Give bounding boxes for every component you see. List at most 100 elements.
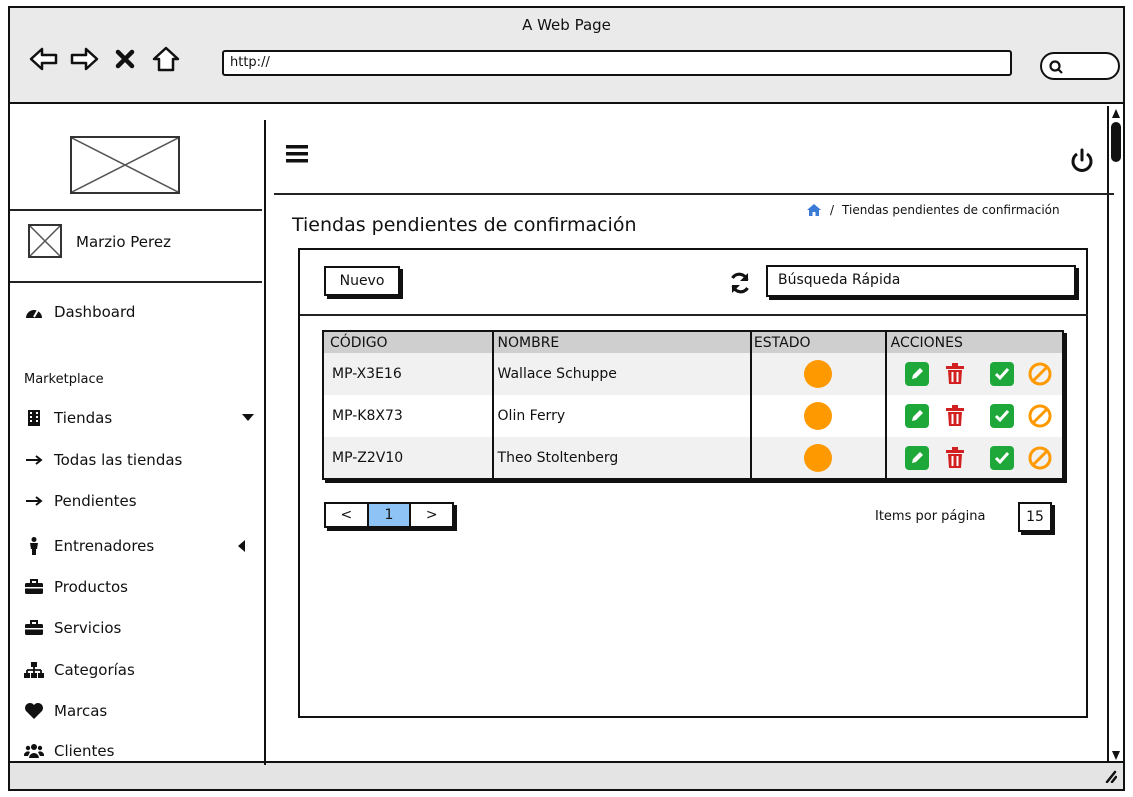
browser-window: A Web Page http:// Marzio Perez Dashboar…	[8, 6, 1125, 791]
sidebar-item-categorias[interactable]: Categorías	[24, 661, 135, 679]
sidebar-item-tiendas[interactable]: Tiendas	[24, 409, 254, 427]
scroll-down-icon[interactable]	[1111, 749, 1121, 761]
sidebar-item-label: Servicios	[54, 619, 122, 637]
resize-grip-icon[interactable]	[1101, 769, 1117, 783]
stores-table: CÓDIGO NOMBRE ESTADO ACCIONES MP-X3E16 W…	[322, 330, 1064, 480]
column-header-codigo[interactable]: CÓDIGO	[323, 331, 494, 353]
home-breadcrumb-icon[interactable]	[806, 203, 822, 217]
cell-name: Wallace Schuppe	[492, 353, 752, 395]
sidebar-item-label: Dashboard	[54, 303, 136, 321]
scroll-up-icon[interactable]	[1111, 108, 1121, 120]
sitemap-icon	[24, 662, 44, 678]
home-icon[interactable]	[150, 44, 182, 74]
edit-pencil-icon[interactable]	[904, 362, 929, 386]
users-icon	[24, 744, 44, 758]
column-header-acciones[interactable]: ACCIONES	[886, 331, 1063, 353]
column-header-estado[interactable]: ESTADO	[750, 331, 887, 353]
cell-code: MP-Z2V10	[323, 437, 494, 479]
status-dot	[804, 402, 833, 430]
sidebar-item-label: Categorías	[54, 661, 135, 679]
content-panel: Nuevo Búsqueda Rápida CÓDIGO NOMBRE ESTA…	[298, 248, 1088, 718]
sidebar-item-marcas[interactable]: Marcas	[24, 702, 107, 720]
user-name[interactable]: Marzio Perez	[76, 233, 171, 251]
cell-status	[750, 395, 887, 437]
next-page-button[interactable]: >	[411, 504, 452, 526]
vertical-scrollbar[interactable]	[1107, 106, 1123, 763]
sidebar-item-label: Marcas	[54, 702, 108, 720]
building-icon	[28, 410, 40, 426]
forward-arrow-icon[interactable]	[68, 44, 100, 74]
new-button-label: Nuevo	[339, 273, 385, 289]
sidebar-divider	[264, 120, 266, 765]
reject-ban-icon[interactable]	[1028, 362, 1052, 386]
logo-placeholder	[70, 136, 180, 194]
sidebar-item-label: Pendientes	[54, 492, 137, 510]
header-divider	[274, 193, 1114, 195]
sidebar-item-servicios[interactable]: Servicios	[24, 619, 121, 637]
breadcrumb-current: Tiendas pendientes de confirmación	[842, 203, 1060, 217]
sidebar-item-dashboard[interactable]: Dashboard	[24, 303, 135, 321]
scroll-thumb[interactable]	[1111, 122, 1121, 162]
approve-check-icon[interactable]	[989, 362, 1014, 386]
hamburger-menu-icon[interactable]	[286, 144, 310, 168]
heart-icon	[25, 703, 43, 719]
back-arrow-icon[interactable]	[28, 44, 60, 74]
sidebar-item-productos[interactable]: Productos	[24, 578, 128, 596]
browser-search-field[interactable]	[1040, 52, 1120, 80]
approve-check-icon[interactable]	[989, 404, 1014, 428]
url-field[interactable]: http://	[222, 50, 1012, 76]
cell-actions	[886, 353, 1063, 395]
edit-pencil-icon[interactable]	[904, 445, 929, 470]
status-dot	[804, 360, 833, 388]
sidebar-item-label: Clientes	[54, 742, 115, 760]
cell-status	[750, 437, 887, 479]
caret-down-icon	[242, 414, 254, 421]
quick-search-input[interactable]: Búsqueda Rápida	[766, 265, 1076, 297]
briefcase-icon	[25, 620, 43, 635]
url-text: http://	[230, 55, 270, 70]
status-bar	[10, 761, 1123, 789]
sidebar-item-entrenadores[interactable]: Entrenadores	[24, 536, 254, 556]
dashboard-gauge-icon	[26, 309, 42, 318]
approve-check-icon[interactable]	[989, 445, 1014, 470]
new-button[interactable]: Nuevo	[324, 266, 400, 296]
cell-actions	[886, 437, 1063, 479]
delete-trash-icon[interactable]	[943, 362, 967, 386]
reject-ban-icon[interactable]	[1028, 446, 1052, 470]
breadcrumb-separator: /	[830, 203, 835, 217]
sidebar-item-label: Tiendas	[54, 409, 113, 427]
stop-icon[interactable]	[113, 44, 137, 74]
edit-pencil-icon[interactable]	[904, 404, 929, 428]
breadcrumb: / Tiendas pendientes de confirmación	[806, 203, 1060, 217]
arrow-right-icon	[26, 496, 43, 506]
power-icon[interactable]	[1070, 148, 1094, 178]
status-dot	[804, 443, 833, 472]
arrow-right-icon	[26, 455, 43, 465]
caret-left-icon	[238, 540, 245, 552]
items-per-page-label: Items por página	[875, 509, 986, 524]
sidebar-item-clientes[interactable]: Clientes	[24, 742, 114, 760]
delete-trash-icon[interactable]	[943, 404, 967, 428]
cell-actions	[886, 395, 1063, 437]
cell-name: Olin Ferry	[492, 395, 752, 437]
sidebar-section-heading: Marketplace	[24, 372, 104, 387]
avatar[interactable]	[28, 224, 62, 258]
sidebar-item-label: Productos	[54, 578, 128, 596]
refresh-icon[interactable]	[728, 271, 752, 295]
delete-trash-icon[interactable]	[943, 446, 967, 470]
sidebar-item-todas-las-tiendas[interactable]: Todas las tiendas	[24, 451, 182, 469]
page-title: Tiendas pendientes de confirmación	[292, 214, 637, 236]
items-per-page-input[interactable]: 15	[1018, 502, 1052, 532]
table-row[interactable]: MP-Z2V10 Theo Stoltenberg	[323, 437, 1063, 479]
sidebar-item-pendientes[interactable]: Pendientes	[24, 492, 137, 510]
cell-code: MP-K8X73	[323, 395, 494, 437]
window-title: A Web Page	[522, 16, 611, 34]
table-row[interactable]: MP-K8X73 Olin Ferry	[323, 395, 1063, 437]
reject-ban-icon[interactable]	[1028, 404, 1052, 428]
column-header-nombre[interactable]: NOMBRE	[492, 331, 752, 353]
prev-page-button[interactable]: <	[326, 504, 367, 526]
briefcase-icon	[25, 579, 43, 594]
current-page-button[interactable]: 1	[366, 504, 412, 526]
sidebar-item-label: Entrenadores	[54, 537, 155, 555]
table-row[interactable]: MP-X3E16 Wallace Schuppe	[323, 353, 1063, 395]
